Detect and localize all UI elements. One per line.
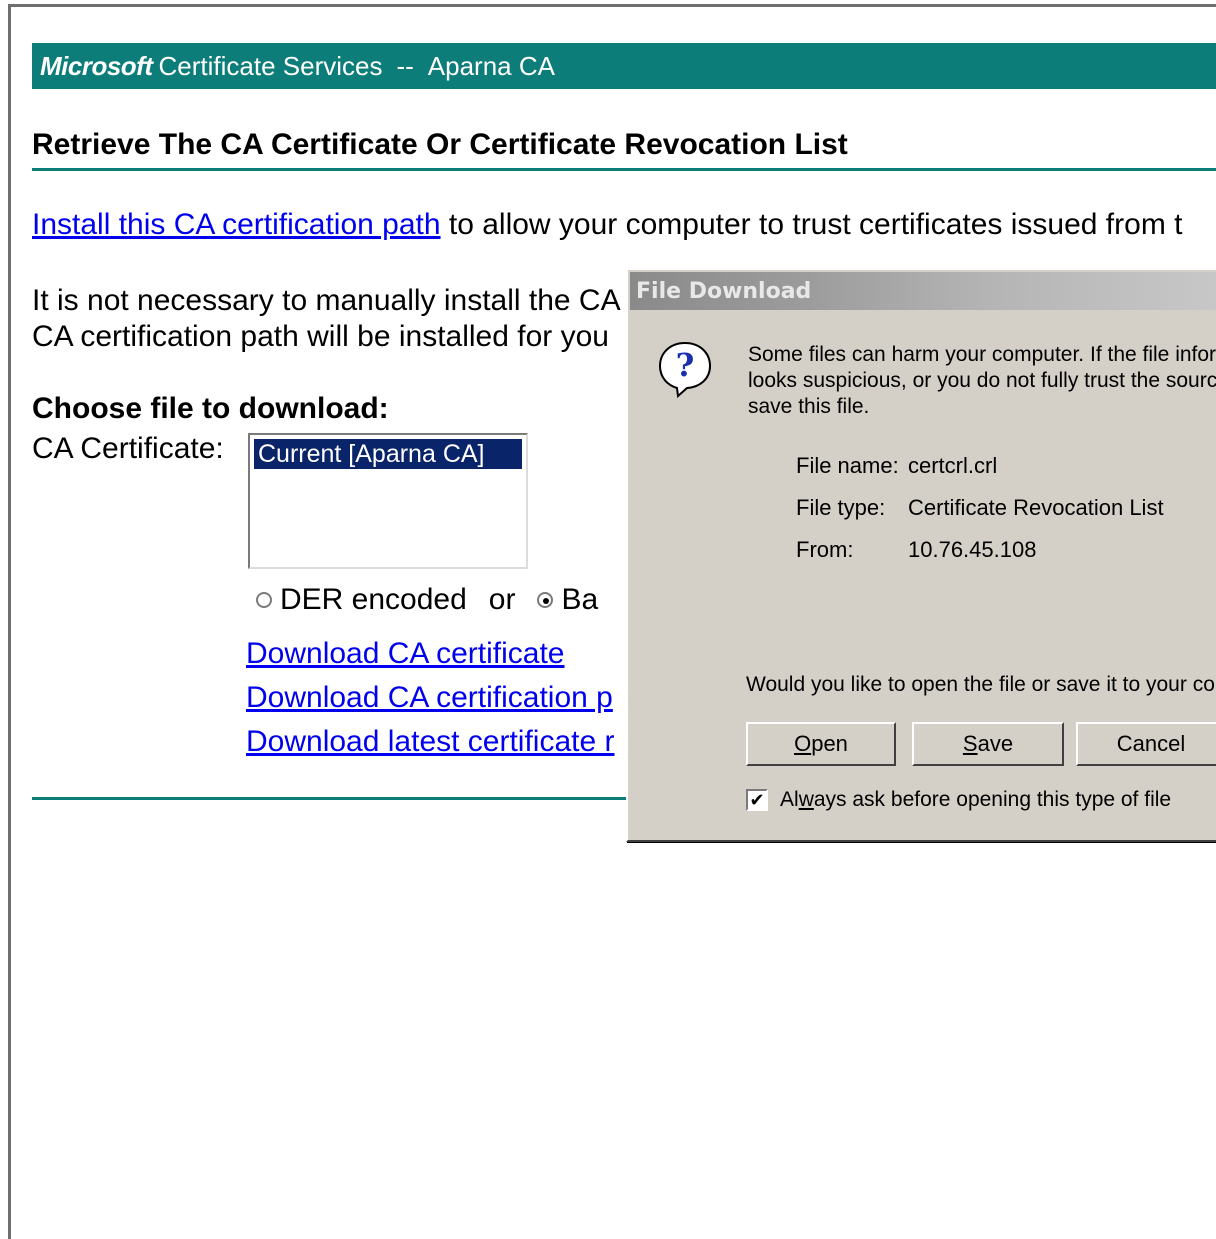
open-button-accesskey: O — [794, 731, 812, 756]
from-row: From: 10.76.45.108 — [796, 537, 1036, 563]
encoding-radio-group: DER encoded or Ba — [256, 583, 598, 617]
save-button-accesskey: S — [962, 731, 978, 756]
file-type-label: File type: — [796, 495, 886, 520]
window-frame-top — [8, 4, 1216, 7]
title-divider — [32, 168, 1216, 171]
file-type-value: Certificate Revocation List — [908, 495, 1164, 520]
file-name-label: File name: — [796, 453, 899, 478]
file-download-dialog: File Download ? Some files can harm your… — [626, 268, 1216, 842]
der-encoded-radio[interactable] — [256, 592, 272, 608]
always-ask-checkbox[interactable]: ✔ — [746, 789, 768, 811]
always-ask-label-start: Al — [780, 788, 799, 811]
base64-encoded-radio[interactable] — [537, 592, 554, 608]
svg-text:?: ? — [676, 346, 695, 384]
or-label: or — [488, 583, 516, 616]
download-ca-certificate-link[interactable]: Download CA certificate — [246, 637, 565, 671]
warning-line-1: Some files can harm your computer. If th… — [748, 343, 1216, 366]
ca-certificate-option-current[interactable]: Current [Aparna CA] — [254, 439, 522, 469]
install-text: to allow your computer to trust certific… — [440, 208, 1183, 241]
question-icon: ? — [656, 340, 714, 399]
always-ask-label-end: ays ask before opening this type of file — [813, 788, 1172, 811]
base64-encoded-label: Ba — [561, 583, 599, 616]
note-line-1: It is not necessary to manually install … — [32, 284, 621, 317]
service-name: Certificate Services — [158, 50, 383, 81]
always-ask-label[interactable]: Always ask before opening this type of f… — [780, 788, 1171, 812]
install-ca-path-link[interactable]: Install this CA certification path — [32, 208, 441, 241]
brand-logo: Microsoft — [40, 50, 153, 81]
file-type-row: File type: Certificate Revocation List — [796, 495, 1164, 521]
ca-certificate-label: CA Certificate: — [32, 432, 224, 465]
dialog-titlebar[interactable]: File Download — [630, 272, 1216, 310]
note-paragraph: It is not necessary to manually install … — [32, 283, 632, 355]
download-ca-certification-path-link[interactable]: Download CA certification p — [246, 681, 613, 715]
save-button[interactable]: Save — [912, 722, 1064, 766]
open-button-label: pen — [811, 731, 848, 756]
from-value: 10.76.45.108 — [908, 537, 1037, 562]
choose-file-heading: Choose file to download: — [32, 392, 389, 425]
warning-line-2: looks suspicious, or you do not fully tr… — [748, 369, 1216, 392]
der-encoded-label: DER encoded — [280, 583, 467, 616]
from-label: From: — [796, 537, 854, 562]
window-frame-left — [8, 4, 11, 1239]
download-latest-crl-link[interactable]: Download latest certificate r — [246, 725, 615, 759]
open-button[interactable]: Open — [746, 722, 896, 766]
header-banner: Microsoft Certificate Services -- Aparna… — [32, 43, 1216, 89]
note-line-2: CA certification path will be installed … — [32, 320, 609, 353]
banner-separator: -- — [396, 50, 414, 81]
cancel-button[interactable]: Cancel — [1076, 722, 1216, 766]
install-paragraph: Install this CA certification path to al… — [32, 208, 1182, 242]
file-name-row: File name: certcrl.crl — [796, 453, 997, 479]
always-ask-accesskey: w — [798, 788, 814, 811]
open-or-save-question: Would you like to open the file or save … — [746, 673, 1215, 696]
file-name-value: certcrl.crl — [908, 453, 998, 478]
dialog-title: File Download — [636, 279, 812, 304]
always-ask-row: ✔ Always ask before opening this type of… — [746, 788, 1171, 812]
warning-line-3: save this file. — [748, 395, 870, 418]
cancel-button-label: Cancel — [1116, 731, 1186, 756]
page-title: Retrieve The CA Certificate Or Certifica… — [32, 128, 848, 161]
checkmark-icon: ✔ — [749, 790, 765, 810]
ca-certificate-listbox[interactable]: Current [Aparna CA] — [248, 433, 528, 569]
ca-name: Aparna CA — [427, 50, 555, 81]
save-button-label: ave — [977, 731, 1014, 756]
dialog-warning-text: Some files can harm your computer. If th… — [748, 342, 1216, 420]
